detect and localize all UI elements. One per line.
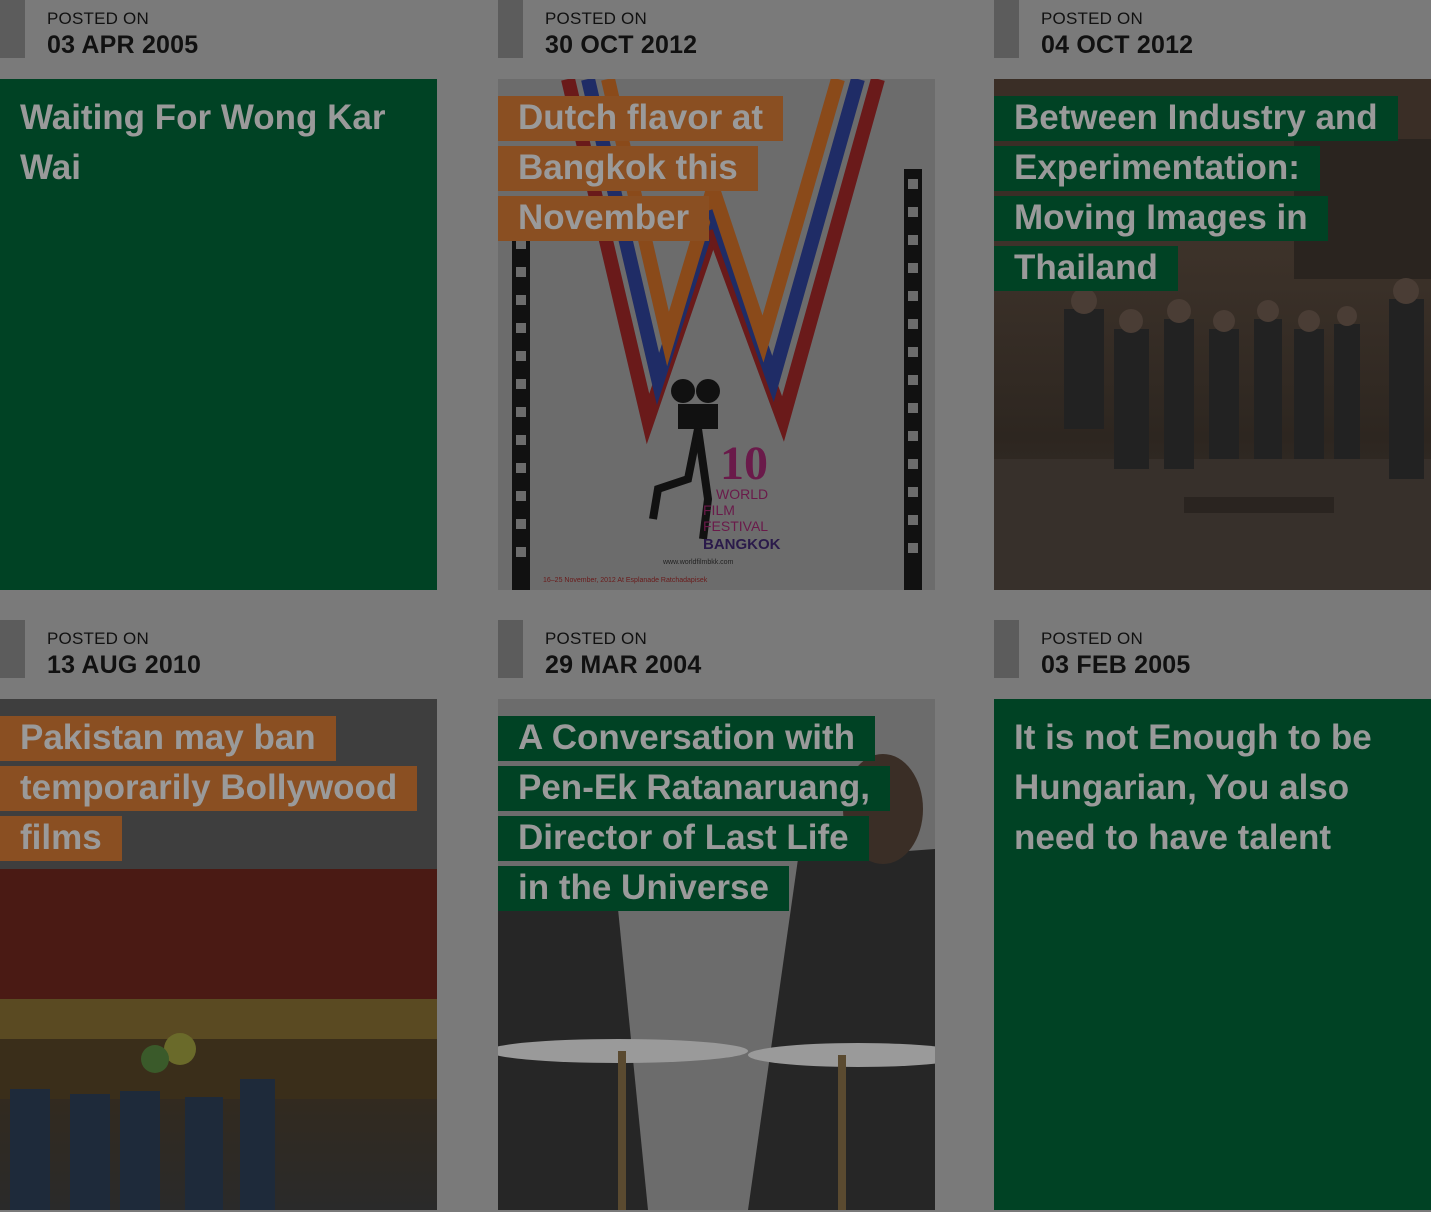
poster-line-2: FILM bbox=[703, 502, 735, 518]
post-card[interactable]: POSTED ON 29 MAR 2004 A Conversation wit… bbox=[498, 620, 935, 1210]
post-card[interactable]: POSTED ON 03 APR 2005 Waiting For Wong K… bbox=[0, 0, 437, 590]
post-title[interactable]: Between Industry and Experimentation: Mo… bbox=[994, 93, 1398, 293]
poster-number: 10 bbox=[720, 437, 768, 490]
posted-on-label: POSTED ON bbox=[545, 9, 647, 28]
post-meta: POSTED ON 13 AUG 2010 bbox=[0, 620, 437, 699]
meta-accent-bar bbox=[994, 620, 1019, 678]
post-meta: POSTED ON 04 OCT 2012 bbox=[994, 0, 1431, 79]
post-meta: POSTED ON 03 FEB 2005 bbox=[994, 620, 1431, 699]
post-card[interactable]: POSTED ON 30 OCT 2012 10 WORLD FILM FEST… bbox=[498, 0, 935, 590]
post-date: 04 OCT 2012 bbox=[1041, 31, 1194, 59]
posted-on-label: POSTED ON bbox=[47, 629, 149, 648]
posted-on-label: POSTED ON bbox=[545, 629, 647, 648]
meta-accent-bar bbox=[498, 0, 523, 58]
post-meta: POSTED ON 30 OCT 2012 bbox=[498, 0, 935, 79]
post-title[interactable]: Waiting For Wong Kar Wai bbox=[0, 93, 406, 193]
posted-on-label: POSTED ON bbox=[1041, 9, 1143, 28]
posted-on-label: POSTED ON bbox=[47, 9, 149, 28]
post-thumbnail[interactable]: 10 WORLD FILM FESTIVAL BANGKOK www.world… bbox=[498, 79, 935, 590]
post-date: 13 AUG 2010 bbox=[47, 651, 202, 679]
post-date: 03 APR 2005 bbox=[47, 31, 199, 59]
meta-accent-bar bbox=[0, 620, 25, 678]
post-thumbnail[interactable]: Between Industry and Experimentation: Mo… bbox=[994, 79, 1431, 590]
poster-footer: 16–25 November, 2012 At Esplanade Ratcha… bbox=[543, 577, 708, 584]
post-grid: POSTED ON 03 APR 2005 Waiting For Wong K… bbox=[0, 0, 1431, 1212]
post-date: 29 MAR 2004 bbox=[545, 651, 702, 679]
post-title[interactable]: It is not Enough to be Hungarian, You al… bbox=[994, 713, 1394, 863]
post-thumbnail[interactable]: It is not Enough to be Hungarian, You al… bbox=[994, 699, 1431, 1210]
post-title[interactable]: Dutch flavor at Bangkok this November bbox=[498, 93, 788, 243]
post-card[interactable]: POSTED ON 04 OCT 2012 Between Industry a… bbox=[994, 0, 1431, 590]
post-meta: POSTED ON 29 MAR 2004 bbox=[498, 620, 935, 699]
post-date: 03 FEB 2005 bbox=[1041, 651, 1191, 679]
post-thumbnail[interactable]: Waiting For Wong Kar Wai bbox=[0, 79, 437, 590]
post-title[interactable]: Pakistan may ban temporarily Bollywood f… bbox=[0, 713, 418, 863]
meta-accent-bar bbox=[498, 620, 523, 678]
post-card[interactable]: POSTED ON 13 AUG 2010 Pakistan may ban t… bbox=[0, 620, 437, 1210]
post-date: 30 OCT 2012 bbox=[545, 31, 698, 59]
posted-on-label: POSTED ON bbox=[1041, 629, 1143, 648]
post-meta: POSTED ON 03 APR 2005 bbox=[0, 0, 437, 79]
meta-accent-bar bbox=[994, 0, 1019, 58]
post-card[interactable]: POSTED ON 03 FEB 2005 It is not Enough t… bbox=[994, 620, 1431, 1210]
post-title[interactable]: A Conversation with Pen-Ek Ratanaruang, … bbox=[498, 713, 898, 913]
poster-url: www.worldfilmbkk.com bbox=[662, 559, 734, 566]
poster-line-3: FESTIVAL bbox=[703, 518, 768, 534]
poster-line-4: BANGKOK bbox=[703, 536, 781, 553]
meta-accent-bar bbox=[0, 0, 25, 58]
post-thumbnail[interactable]: Pakistan may ban temporarily Bollywood f… bbox=[0, 699, 437, 1210]
post-thumbnail[interactable]: A Conversation with Pen-Ek Ratanaruang, … bbox=[498, 699, 935, 1210]
poster-line-1: WORLD bbox=[716, 486, 768, 502]
